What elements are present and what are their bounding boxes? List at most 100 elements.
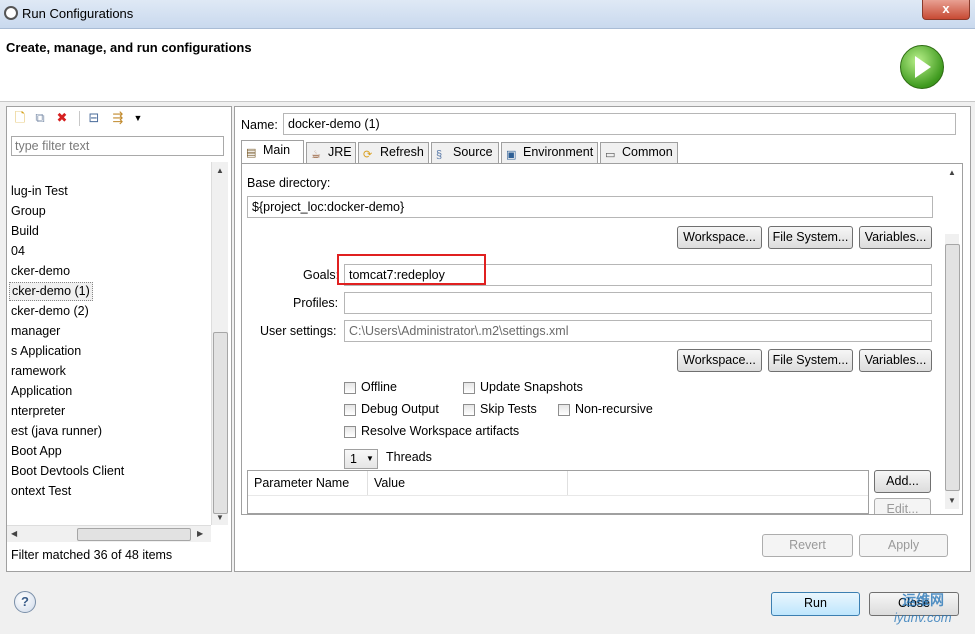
tree-item[interactable]: cker-demo (2) <box>11 302 89 321</box>
tab-main-label: Main <box>263 143 291 157</box>
run-button[interactable]: Run <box>771 592 860 616</box>
skip-tests-label: Skip Tests <box>480 402 537 416</box>
main-tab-icon: ▤ <box>246 147 257 159</box>
tree-vertical-scrollbar[interactable]: ▲ ▼ <box>211 162 228 525</box>
scroll-up-arrow-icon[interactable]: ▲ <box>216 166 224 175</box>
filter-config-icon[interactable]: ⇶ <box>111 111 125 125</box>
update-snapshots-label: Update Snapshots <box>480 380 583 394</box>
name-label: Name: <box>241 118 278 132</box>
tab-main[interactable]: ▤ Main <box>241 140 304 164</box>
refresh-tab-icon: ⟳ <box>363 149 373 161</box>
tree-vertical-scroll-thumb[interactable] <box>213 332 228 514</box>
base-directory-field[interactable]: ${project_loc:docker-demo} <box>247 196 933 218</box>
main-scroll-down-arrow-icon[interactable]: ▼ <box>948 496 956 505</box>
tab-source[interactable]: § Source <box>431 142 499 163</box>
parameter-table[interactable]: Parameter Name Value <box>247 470 869 514</box>
main-scroll-up-arrow-icon[interactable]: ▲ <box>948 168 956 177</box>
value-header[interactable]: Value <box>368 471 568 495</box>
tree-item[interactable]: Boot App <box>11 442 62 461</box>
environment-tab-icon: ▣ <box>506 149 517 161</box>
dialog-header-title: Create, manage, and run configurations <box>6 40 252 55</box>
delete-config-icon[interactable]: ✖ <box>55 111 69 125</box>
dialog-header: Create, manage, and run configurations <box>0 29 975 102</box>
profiles-label: Profiles: <box>293 296 339 310</box>
window-close-button[interactable]: x <box>922 0 970 20</box>
new-config-icon[interactable]: 🗋 <box>13 111 27 125</box>
tab-jre-label: JRE <box>328 145 352 159</box>
tab-refresh[interactable]: ⟳ Refresh <box>358 142 429 163</box>
apply-button[interactable]: Apply <box>859 534 948 557</box>
collapse-all-icon[interactable]: ⊟ <box>87 111 101 125</box>
tree-horizontal-scroll-thumb[interactable] <box>77 528 191 541</box>
add-parameter-button[interactable]: Add... <box>874 470 931 493</box>
tree-item[interactable]: lug-in Test <box>11 182 68 201</box>
tree-item[interactable]: 04 <box>11 242 25 261</box>
tab-environment-label: Environment <box>523 145 594 159</box>
scroll-down-arrow-icon[interactable]: ▼ <box>216 513 224 522</box>
table-header-divider <box>248 495 868 496</box>
user-settings-field[interactable]: C:\Users\Administrator\.m2\settings.xml <box>344 320 932 342</box>
tree-item[interactable]: est (java runner) <box>11 422 102 441</box>
source-tab-icon: § <box>436 149 443 161</box>
profiles-field[interactable] <box>344 292 932 314</box>
tab-common-label: Common <box>622 145 673 159</box>
tree-item[interactable]: manager <box>11 322 60 341</box>
tree-horizontal-scrollbar[interactable]: ◀ ▶ <box>7 525 211 542</box>
duplicate-config-icon[interactable]: ⧉ <box>33 111 47 125</box>
debug-output-checkbox[interactable] <box>344 404 356 416</box>
settings-workspace-button[interactable]: Workspace... <box>677 349 762 372</box>
filter-menu-chevron-icon[interactable]: ▼ <box>131 111 145 125</box>
base-variables-button[interactable]: Variables... <box>859 226 932 249</box>
watermark-line2: iyunv.com <box>894 610 952 625</box>
tree-item[interactable]: cker-demo <box>11 262 70 281</box>
tree-item[interactable]: Boot Devtools Client <box>11 462 124 481</box>
threads-dropdown-icon: ▼ <box>366 454 374 463</box>
tree-item[interactable]: Application <box>11 382 72 401</box>
base-workspace-button[interactable]: Workspace... <box>677 226 762 249</box>
tree-item[interactable]: cker-demo (1) <box>9 282 93 301</box>
tree-item[interactable]: nterpreter <box>11 402 65 421</box>
parameter-name-header[interactable]: Parameter Name <box>248 471 368 495</box>
scroll-right-arrow-icon[interactable]: ▶ <box>197 529 203 538</box>
settings-filesystem-button[interactable]: File System... <box>768 349 853 372</box>
main-tab-content: Base directory: ${project_loc:docker-dem… <box>241 163 963 515</box>
settings-variables-button[interactable]: Variables... <box>859 349 932 372</box>
tree-item[interactable]: Group <box>11 202 46 221</box>
jre-tab-icon: ☕ <box>311 149 321 161</box>
configuration-tree-panel: 🗋 ⧉ ✖ ⊟ ⇶ ▼ lug-in TestGroupBuild04cker-… <box>6 106 232 572</box>
tree-item[interactable]: Build <box>11 222 39 241</box>
main-tab-vertical-scrollbar[interactable]: ▲ ▼ <box>945 168 960 509</box>
edit-parameter-button[interactable]: Edit... <box>874 498 931 514</box>
filter-status: Filter matched 36 of 48 items <box>11 548 173 562</box>
tab-common[interactable]: ▭ Common <box>600 142 678 163</box>
goals-highlight-box <box>337 254 486 285</box>
name-field[interactable]: docker-demo (1) <box>283 113 956 135</box>
configuration-editor-panel: Name: docker-demo (1) ▤ Main ☕ JRE ⟳ Refres… <box>234 106 971 572</box>
base-filesystem-button[interactable]: File System... <box>768 226 853 249</box>
scroll-left-arrow-icon[interactable]: ◀ <box>11 529 17 538</box>
watermark-logo: 运维网 iyunv.com <box>872 590 972 630</box>
main-tab-scroll-thumb[interactable] <box>945 244 960 491</box>
filter-input[interactable] <box>11 136 224 156</box>
offline-checkbox[interactable] <box>344 382 356 394</box>
tree-item[interactable]: ramework <box>11 362 66 381</box>
tree-item[interactable]: s Application <box>11 342 81 361</box>
tab-environment[interactable]: ▣ Environment <box>501 142 598 163</box>
non-recursive-checkbox[interactable] <box>558 404 570 416</box>
skip-tests-checkbox[interactable] <box>463 404 475 416</box>
user-settings-label: User settings: <box>260 324 337 338</box>
help-icon[interactable]: ? <box>14 591 36 613</box>
threads-label: Threads <box>386 450 432 464</box>
tab-jre[interactable]: ☕ JRE <box>306 142 356 163</box>
revert-button[interactable]: Revert <box>762 534 853 557</box>
app-gear-icon <box>4 6 18 20</box>
resolve-workspace-checkbox[interactable] <box>344 426 356 438</box>
tree-item[interactable]: ontext Test <box>11 482 71 501</box>
threads-select[interactable]: 1 ▼ <box>344 449 378 469</box>
update-snapshots-checkbox[interactable] <box>463 382 475 394</box>
tab-refresh-label: Refresh <box>380 145 424 159</box>
threads-value: 1 <box>350 452 357 466</box>
non-recursive-label: Non-recursive <box>575 402 653 416</box>
offline-label: Offline <box>361 380 397 394</box>
run-banner-icon <box>900 45 944 89</box>
